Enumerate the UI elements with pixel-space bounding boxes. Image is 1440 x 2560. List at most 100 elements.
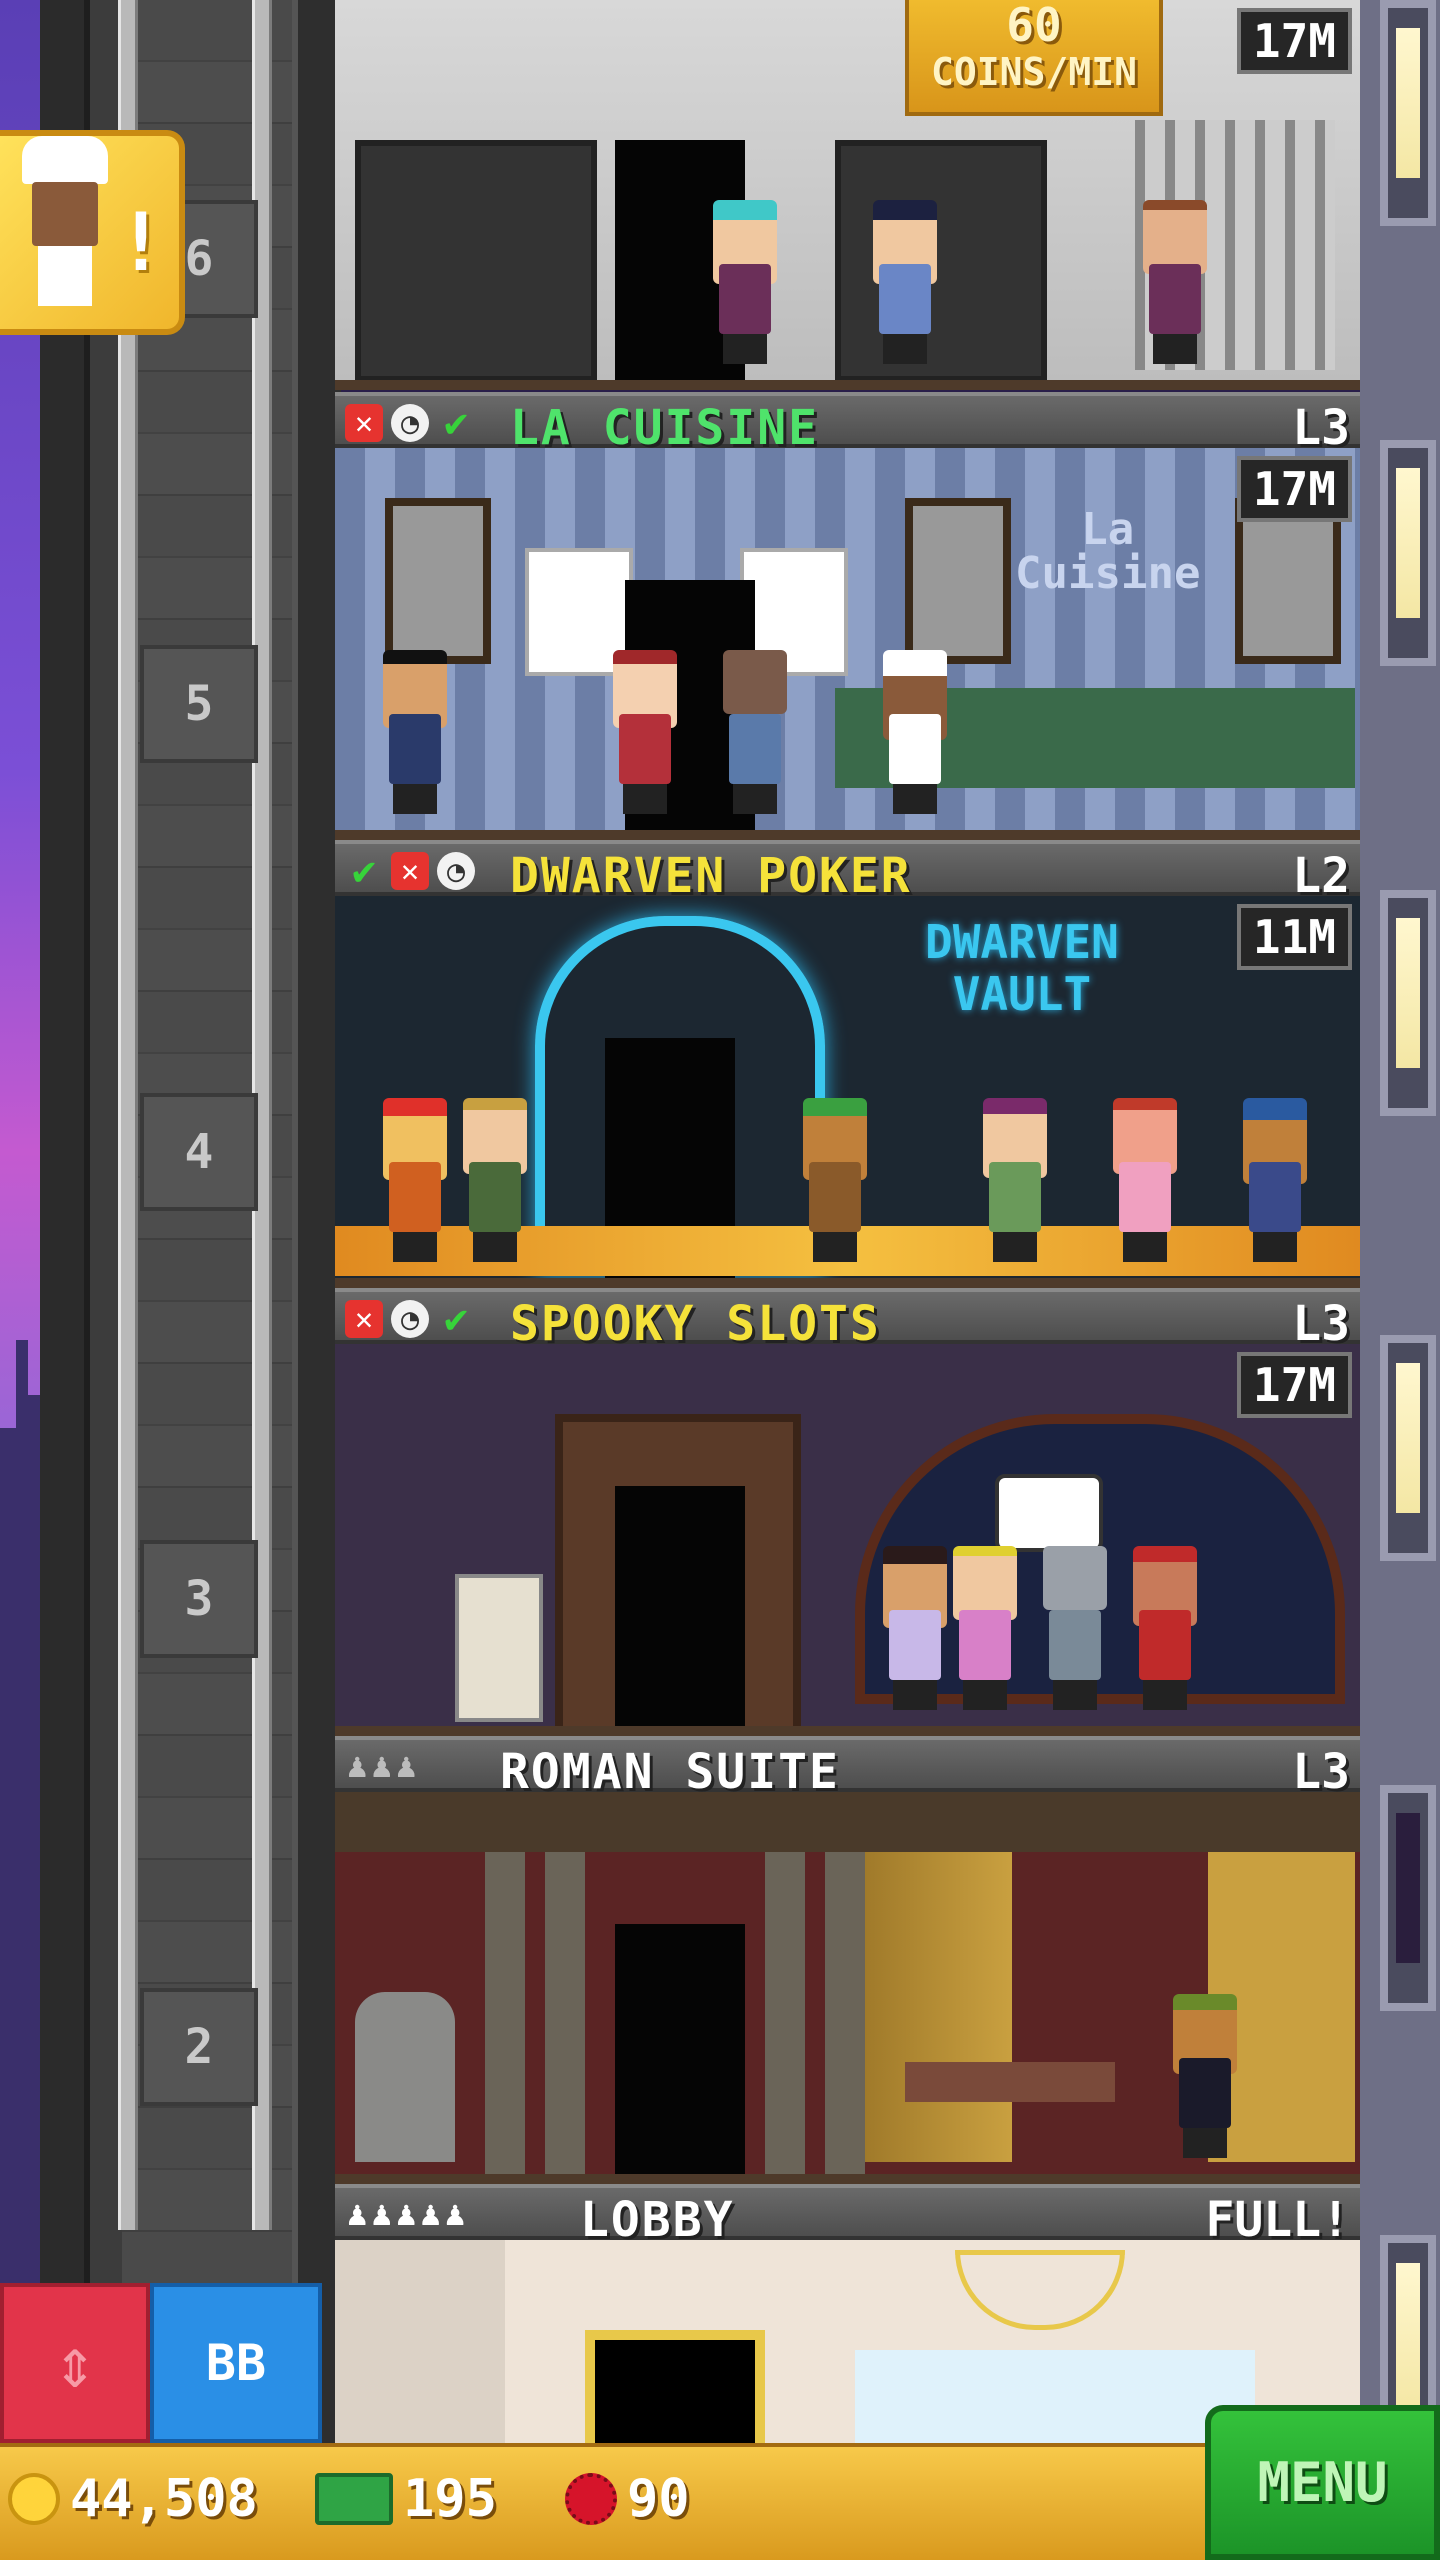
bitizen-customer[interactable] <box>605 650 685 820</box>
floor-spooky-slots[interactable]: ✕ ◔ ✔ SPOOKY SLOTS L3 17M <box>335 1288 1360 1736</box>
sign-line: La <box>1081 504 1135 555</box>
floor-security[interactable]: 17M 60 COINS/MIN <box>335 0 1360 390</box>
stock-badge: 17M <box>1236 8 1352 74</box>
clock-icon: ◔ <box>391 404 429 442</box>
clock-icon: ◔ <box>437 852 475 890</box>
gems-counter[interactable]: 90 <box>565 2469 690 2529</box>
bitizen-customer[interactable] <box>975 1098 1055 1268</box>
floor-header: ✕ ◔ ✔ SPOOKY SLOTS L3 <box>335 1288 1360 1352</box>
lobby-elevator-door <box>585 2330 765 2443</box>
alert-icon: ! <box>116 196 165 289</box>
chandelier <box>955 2250 1125 2330</box>
building-exterior-right <box>1360 0 1440 2560</box>
floor-room[interactable]: 17M <box>335 0 1360 390</box>
close-icon: ✕ <box>391 852 429 890</box>
floor-number-3: 3 <box>140 1540 258 1658</box>
bitizen-dwarf[interactable] <box>795 1098 875 1268</box>
floor-lobby[interactable]: ♟♟♟♟♟ LOBBY FULL! <box>335 2184 1360 2443</box>
status-icons: ✕ ◔ ✔ <box>345 400 475 446</box>
check-icon: ✔ <box>443 400 469 446</box>
exterior-window <box>1380 1335 1436 1561</box>
stock-badge: 17M <box>1236 456 1352 522</box>
roman-statue <box>355 1992 455 2162</box>
la-cuisine-sign: La Cuisine <box>1015 508 1200 596</box>
elevator-arrows-icon: ⇕ <box>53 2322 97 2404</box>
stock-badge: 17M <box>1236 1352 1352 1418</box>
close-icon: ✕ <box>345 1300 383 1338</box>
bux-counter[interactable]: 195 <box>315 2469 497 2529</box>
gold-curtains <box>865 1852 1355 2162</box>
sign-line: Cuisine <box>1015 548 1201 599</box>
floor-number-2: 2 <box>140 1988 258 2106</box>
bitizen-customer[interactable] <box>945 1546 1025 1716</box>
coins-counter[interactable]: 44,508 <box>8 2469 258 2529</box>
coins-per-min-unit: COINS/MIN <box>931 50 1137 94</box>
exterior-window <box>1380 440 1436 666</box>
ceiling-cornice <box>335 1792 1360 1852</box>
stock-badge: 11M <box>1236 904 1352 970</box>
city-silhouette <box>0 1340 40 2440</box>
floor-room[interactable]: La Cuisine 17M <box>335 448 1360 840</box>
bitizen-customer[interactable] <box>375 1098 455 1268</box>
occupancy-icons: ♟♟♟♟♟ <box>347 2194 470 2234</box>
check-icon: ✔ <box>351 848 377 894</box>
check-icon: ✔ <box>443 1296 469 1342</box>
sign-line: VAULT <box>952 967 1092 1021</box>
roman-column <box>545 1852 585 2174</box>
lobby-desk <box>855 2350 1255 2443</box>
bitizen-customer[interactable] <box>1105 1098 1185 1268</box>
clock-icon: ◔ <box>391 1300 429 1338</box>
bitizen-customer[interactable] <box>1135 200 1215 370</box>
gem-icon <box>565 2473 617 2525</box>
slot-machine <box>455 1574 543 1722</box>
lobby-wall-panel <box>335 2240 505 2443</box>
roman-couch <box>905 2062 1115 2102</box>
floor-room[interactable]: 17M <box>335 1344 1360 1736</box>
floor-door <box>615 1924 745 2174</box>
elevator-button[interactable]: ⇕ <box>0 2283 150 2443</box>
coins-per-min-badge[interactable]: 60 COINS/MIN <box>905 0 1163 116</box>
floor-room[interactable] <box>335 1792 1360 2184</box>
bitizen-customer[interactable] <box>375 650 455 820</box>
bitizen-customer[interactable] <box>705 200 785 370</box>
chef-face <box>32 182 98 246</box>
bitizen-chef-worker[interactable] <box>875 650 955 820</box>
shaft-edge-left <box>40 0 90 2560</box>
floor-header: ♟♟♟♟♟ LOBBY FULL! <box>335 2184 1360 2248</box>
bitizen-customer[interactable] <box>875 1546 955 1716</box>
bux-value: 195 <box>403 2469 497 2529</box>
exterior-window <box>1380 890 1436 1116</box>
status-icons: ✔ ✕ ◔ <box>345 848 475 894</box>
coins-per-min-value: 60 <box>1006 0 1062 52</box>
coin-icon <box>8 2473 60 2525</box>
sign-line: DWARVEN <box>925 915 1119 969</box>
floor-header: ♟♟♟ ROMAN SUITE L3 <box>335 1736 1360 1800</box>
status-icons: ✕ ◔ ✔ <box>345 1296 475 1342</box>
bitbook-button[interactable]: BB <box>150 2283 322 2443</box>
floor-la-cuisine[interactable]: ✕ ◔ ✔ LA CUISINE L3 La Cuisine 17M <box>335 392 1360 840</box>
control-panel <box>355 140 597 380</box>
bux-icon <box>315 2473 393 2525</box>
gems-value: 90 <box>627 2469 690 2529</box>
floor-roman-suite[interactable]: ♟♟♟ ROMAN SUITE L3 <box>335 1736 1360 2184</box>
bitizen-wizard-dwarf[interactable] <box>1235 1098 1315 1268</box>
bitizen-bellhop[interactable] <box>1125 1546 1205 1716</box>
bitizen-police-worker[interactable] <box>865 200 945 370</box>
floor-number-4: 4 <box>140 1093 258 1211</box>
bitizen-customer[interactable] <box>1165 1994 1245 2164</box>
chef-body <box>38 246 92 306</box>
floor-room[interactable]: DWARVEN VAULT 11M <box>335 896 1360 1288</box>
chef-hat <box>22 136 108 184</box>
bitizen-zombie[interactable] <box>1035 1546 1115 1716</box>
floor-room[interactable] <box>335 2240 1360 2443</box>
worker-notification-bubble[interactable]: ! <box>0 130 185 335</box>
menu-button[interactable]: MENU <box>1205 2405 1440 2560</box>
floor-header: ✔ ✕ ◔ DWARVEN POKER L2 <box>335 840 1360 904</box>
bitizen-customer[interactable] <box>455 1098 535 1268</box>
wall-painting <box>905 498 1011 664</box>
floor-dwarven-poker[interactable]: ✔ ✕ ◔ DWARVEN POKER L2 DWARVEN VAULT 11M <box>335 840 1360 1288</box>
close-icon: ✕ <box>345 404 383 442</box>
bitizen-customer[interactable] <box>715 650 795 820</box>
floor-header: ✕ ◔ ✔ LA CUISINE L3 <box>335 392 1360 456</box>
roman-column <box>825 1852 865 2174</box>
